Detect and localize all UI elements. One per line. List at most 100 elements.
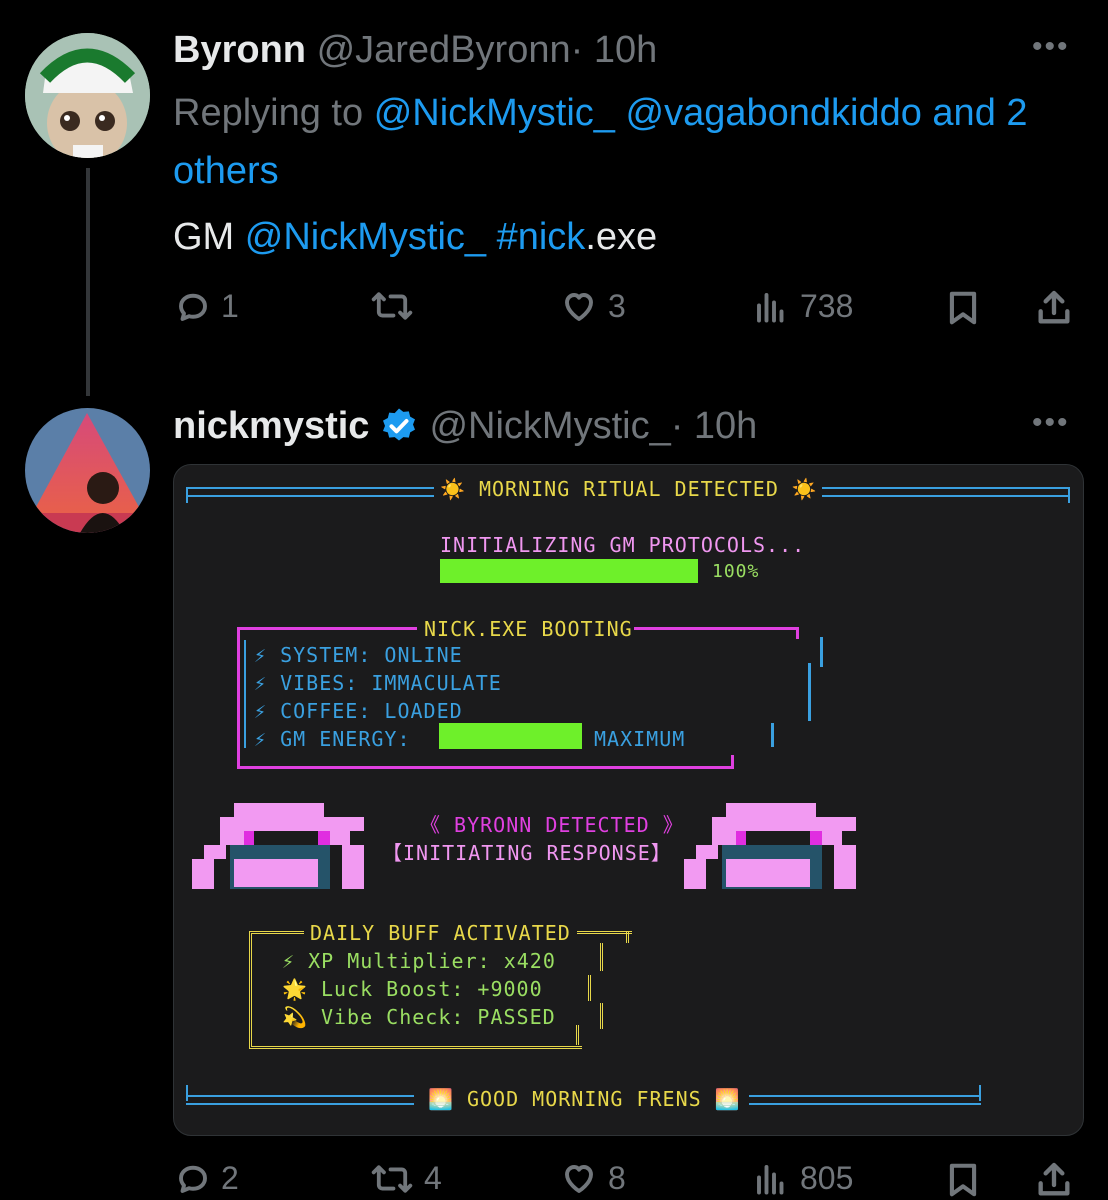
repost-button[interactable] [370,288,414,324]
reply-button[interactable]: 2 [175,1160,239,1197]
views-button[interactable]: 805 [752,1160,853,1197]
boot-box-inner-line [244,640,246,748]
views-count: 805 [800,1160,854,1196]
boot-box-bottom-cap [731,755,734,769]
buff-side-bar-1 [600,943,607,971]
buff-line-xp: ⚡ XP Multiplier: x420 [282,949,556,973]
views-button[interactable]: 738 [752,288,853,325]
boot-line-coffee: ⚡ COFFEE: LOADED [254,699,463,723]
like-count: 8 [608,1160,626,1196]
terminal-header: ☀️ MORNING RITUAL DETECTED ☀️ [440,477,818,501]
views-count: 738 [800,288,854,324]
thread-line [86,168,90,396]
views-icon [757,292,784,322]
display-name[interactable]: nickmystic [173,404,369,448]
boot-line-vibes: ⚡ VIBES: IMMACULATE [254,671,502,695]
replying-mentions[interactable]: @NickMystic_ @vagabondkiddo [374,92,922,134]
init-text: INITIALIZING GM PROTOCOLS... [440,533,806,557]
display-name[interactable]: Byronn [173,29,306,71]
like-button[interactable]: 3 [560,288,626,325]
bookmark-icon [949,291,977,325]
like-icon [565,1164,593,1193]
reply-icon [179,1165,207,1193]
footer-border-left [186,1095,414,1105]
replying-to: Replying to @NickMystic_ @vagabondkiddo … [173,84,1083,200]
terminal-footer: 🌅 GOOD MORNING FRENS 🌅 [428,1087,741,1111]
timestamp[interactable]: · 10h [571,29,658,71]
tweet2-header: nickmystic @NickMystic_· 10h [173,404,757,448]
text-suffix: .exe [585,216,658,258]
like-icon [565,292,593,321]
header-border-left-cap [186,487,188,503]
share-icon [1038,1162,1070,1196]
text-gm: GM [173,216,235,258]
energy-label: MAXIMUM [594,727,686,751]
bookmark-button[interactable] [944,1160,982,1200]
buff-box-right-cap [626,931,633,943]
bookmark-icon [949,1163,977,1197]
buff-side-bar-3 [600,1003,607,1029]
pixel-glasses-left [192,803,364,889]
boot-side-bar-1 [820,637,823,667]
boot-side-bar-3 [771,723,774,747]
footer-border-right [749,1095,981,1105]
header-border-left [186,487,434,497]
handle[interactable]: @NickMystic_ [429,405,670,447]
terminal-image[interactable]: ☀️ MORNING RITUAL DETECTED ☀️ INITIALIZI… [173,464,1084,1136]
boot-box-left [237,627,240,769]
boot-box-top-right-cap [796,627,799,639]
pixel-glasses-right [684,803,856,889]
reply-icon [179,293,207,321]
verified-badge-icon [383,408,416,441]
handle[interactable]: @JaredByronn [317,29,571,71]
boot-line-energy: ⚡ GM ENERGY: [254,727,411,751]
boot-box-top-left [237,627,417,630]
bookmark-button[interactable] [944,288,982,328]
header-border-right-cap [1068,487,1070,503]
avatar-byronn[interactable] [25,33,150,158]
boot-side-bar-2 [808,663,811,721]
more-icon[interactable]: ••• [1032,30,1070,64]
share-button[interactable] [1034,1160,1074,1200]
text-hashtag[interactable]: #nick [497,216,586,258]
tweet1-header: Byronn @JaredByronn· 10h [173,28,657,72]
progress-percent: 100% [712,561,760,582]
header-border-right [822,487,1070,497]
repost-icon [371,292,413,320]
avatar-nickmystic[interactable] [25,408,150,533]
reply-button[interactable]: 1 [175,288,239,325]
like-count: 3 [608,288,626,324]
replying-and: and [932,92,996,134]
detect-line: 《 BYRONN DETECTED 》 [420,813,684,837]
energy-bar [439,723,582,749]
views-icon [757,1164,784,1194]
buff-side-bar-2 [588,975,595,1001]
more-icon[interactable]: ••• [1032,406,1070,440]
buff-line-vibe: 💫 Vibe Check: PASSED [282,1005,556,1029]
footer-border-right-cap [979,1085,981,1101]
reply-count: 2 [221,1160,239,1196]
text-mention[interactable]: @NickMystic_ [245,216,486,258]
reply-count: 1 [221,288,239,324]
repost-icon [371,1164,413,1193]
buff-title: DAILY BUFF ACTIVATED [304,921,577,945]
boot-title: NICK.EXE BOOTING [424,617,633,641]
repost-button[interactable]: 4 [370,1160,442,1197]
boot-line-system: ⚡ SYSTEM: ONLINE [254,643,463,667]
avatar-image [25,408,150,533]
tweet1-text: GM @NickMystic_ #nick.exe [173,214,657,260]
like-button[interactable]: 8 [560,1160,626,1197]
buff-box-bottom-cap [576,1025,583,1045]
buff-line-luck: 🌟 Luck Boost: +9000 [282,977,543,1001]
response-line: 【INITIATING RESPONSE】 [382,841,672,865]
progress-bar [440,559,698,583]
replying-prefix: Replying to [173,92,364,134]
timestamp[interactable]: · 10h [671,405,758,447]
repost-count: 4 [424,1160,442,1196]
share-button[interactable] [1034,288,1074,328]
share-icon [1038,290,1070,324]
buff-box-right-top [578,931,632,938]
avatar-image [25,33,150,158]
boot-box-bottom [237,766,734,769]
boot-box-top-right [634,627,799,630]
